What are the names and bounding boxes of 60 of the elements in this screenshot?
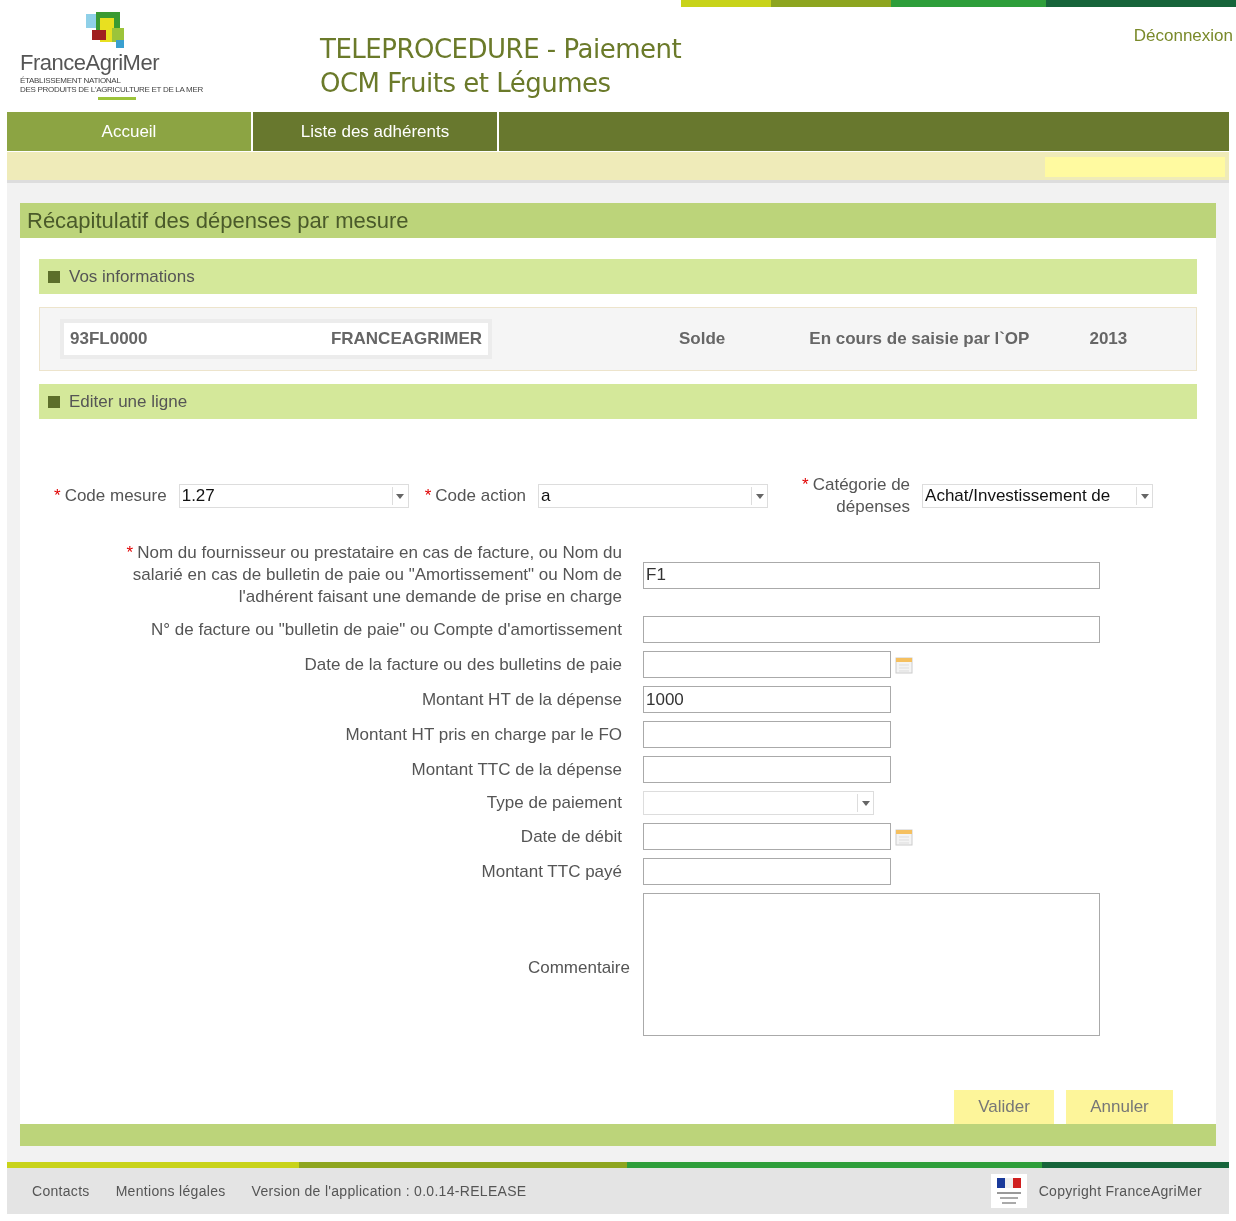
field-label: Montant TTC payé — [481, 860, 622, 883]
field-label: * Code mesure — [54, 485, 167, 508]
calendar-icon[interactable] — [895, 827, 913, 846]
member-name: FRANCEAGRIMER — [330, 328, 482, 351]
app-title: OCM Fruits et Légumes — [320, 67, 612, 100]
form-button[interactable]: Valider — [954, 1089, 1054, 1124]
logo-icon — [86, 12, 126, 50]
field-label: Date de la facture ou des bulletins de paie — [304, 653, 622, 676]
app-title: TELEPROCEDURE - Paiement — [320, 33, 682, 66]
field-label: Date de débit — [520, 825, 622, 848]
footer-link[interactable]: Contacts — [32, 1180, 90, 1202]
field-label: Type de paiement — [486, 792, 622, 814]
text-field[interactable] — [643, 721, 891, 748]
request-year: 2013 — [1089, 328, 1128, 351]
calendar-icon[interactable] — [895, 655, 913, 674]
required-mark: * — [424, 486, 432, 506]
logo-wordmark: FranceAgriMer — [20, 50, 159, 76]
copyright: Copyright FranceAgriMer — [1038, 1181, 1202, 1201]
footer-link[interactable]: Mentions légales — [115, 1180, 226, 1202]
text-field[interactable]: F1 — [643, 561, 1100, 589]
field-label: * Nom du fournisseur ou prestataire en cas de facture, ou Nom du salarié en cas de bulletin de paie ou "Amortissement" ou Nom de l'adhérent faisant une demande de prise en charge — [125, 542, 622, 608]
text-field[interactable] — [643, 756, 891, 783]
select-field[interactable]: a — [538, 484, 769, 508]
logo-subtitle: ÉTABLISSEMENT NATIONAL — [20, 76, 121, 85]
logout-link[interactable]: Déconnexion — [1133, 23, 1233, 49]
text-field[interactable]: 1000 — [643, 686, 891, 713]
field-label: Montant HT de la dépense — [421, 688, 622, 711]
square-bullet-icon — [48, 395, 60, 408]
field-label: Commentaire — [527, 957, 630, 980]
required-mark: * — [54, 486, 61, 506]
field-label: * Code action — [424, 485, 527, 508]
republic-emblem-icon — [990, 1174, 1027, 1208]
select-value: Achat/Investissement de — [924, 485, 1112, 508]
field-label: Montant TTC de la dépense — [411, 758, 622, 781]
member-code: 93FL0000 — [70, 328, 148, 351]
app-version: Version de l'application : 0.0.14-RELEASE — [251, 1181, 527, 1201]
required-mark: * — [802, 475, 809, 494]
date-field[interactable] — [643, 823, 891, 850]
dropdown-arrow-icon — [857, 794, 873, 812]
text-field[interactable] — [643, 858, 891, 885]
field-label: N° de facture ou "bulletin de paie" ou Compte d'amortissement — [151, 618, 622, 641]
date-field[interactable] — [643, 651, 891, 678]
required-mark: * — [126, 543, 134, 562]
section-title: Editer une ligne — [69, 390, 188, 413]
square-bullet-icon — [48, 270, 60, 283]
select-value: 1.27 — [180, 485, 216, 508]
field-label: Montant HT pris en charge par le FO — [345, 723, 622, 746]
section-title: Vos informations — [69, 265, 195, 288]
page-title: Récapitulatif des dépenses par mesure — [27, 207, 409, 235]
select-field[interactable] — [643, 791, 874, 815]
text-field[interactable] — [643, 616, 1100, 643]
comment-field[interactable] — [643, 893, 1100, 1036]
form-button[interactable]: Annuler — [1066, 1089, 1173, 1124]
request-type: Solde — [679, 328, 726, 351]
select-field[interactable]: 1.27 — [178, 484, 409, 508]
select-field[interactable]: Achat/Investissement de — [922, 484, 1154, 508]
select-value: a — [540, 485, 552, 508]
field-label: * Catégorie de dépenses — [801, 474, 911, 518]
request-status: En cours de saisie par l`OP — [809, 328, 1030, 351]
logo-subtitle: DES PRODUITS DE L'AGRICULTURE ET DE LA MER — [20, 85, 203, 94]
